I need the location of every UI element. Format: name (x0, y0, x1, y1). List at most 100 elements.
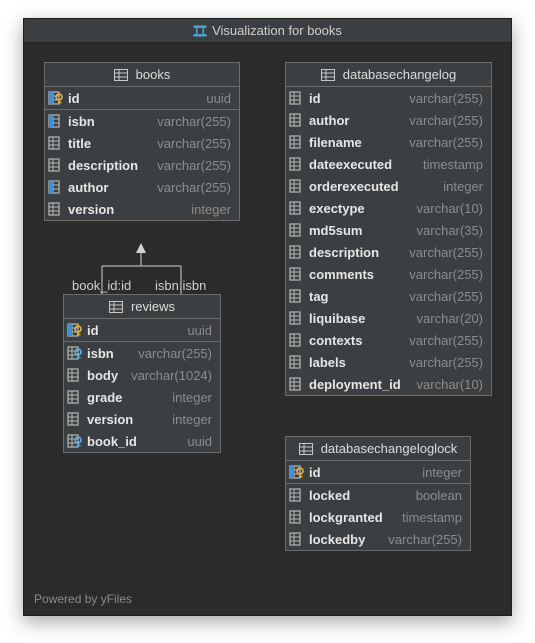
column-type: varchar(255) (157, 179, 231, 195)
table-name: reviews (130, 299, 176, 314)
primary-key-section: id uuid (64, 319, 220, 342)
column-row-comments[interactable]: comments varchar(255) (286, 263, 491, 285)
columns-section: locked boolean lockgranted timestamp lockedb… (286, 484, 470, 550)
column-icon (48, 136, 64, 150)
column-type: varchar(255) (138, 345, 212, 361)
column-row-id[interactable]: id integer (286, 461, 470, 483)
column-row-version[interactable]: version integer (45, 198, 239, 220)
column-name: md5sum (309, 222, 363, 238)
column-type: varchar(255) (157, 113, 231, 129)
column-name: exectype (309, 200, 365, 216)
column-name: author (68, 179, 109, 195)
column-row-title[interactable]: title varchar(255) (45, 132, 239, 154)
column-row-id[interactable]: id uuid (64, 319, 220, 341)
table-reviews[interactable]: reviews id uuid isbn varchar(255) body varchar… (63, 294, 221, 453)
column-name: liquibase (309, 310, 366, 326)
table-name: databasechangeloglock (320, 441, 458, 456)
table-databasechangeloglock[interactable]: databasechangeloglock id integer locked bool… (285, 436, 471, 551)
table-header[interactable]: books (45, 63, 239, 87)
column-row-body[interactable]: body varchar(1024) (64, 364, 220, 386)
column-row-description[interactable]: description varchar(255) (45, 154, 239, 176)
column-name: orderexecuted (309, 178, 399, 194)
relation-label-book-id: book_id:id (72, 278, 132, 293)
column-row-id[interactable]: id varchar(255) (286, 87, 491, 109)
column-type: varchar(10) (416, 376, 483, 392)
column-name: description (68, 157, 139, 173)
key-column-icon (289, 465, 305, 479)
column-icon (289, 223, 305, 237)
column-icon (67, 368, 83, 382)
table-books[interactable]: books id uuid isbn varchar(255) title varchar(… (44, 62, 240, 221)
column-type: varchar(255) (157, 135, 231, 151)
column-icon (289, 157, 305, 171)
column-row-author[interactable]: author varchar(255) (286, 109, 491, 131)
column-type: varchar(10) (416, 200, 483, 216)
column-type: varchar(255) (409, 244, 483, 260)
column-row-lockgranted[interactable]: lockgranted timestamp (286, 506, 470, 528)
column-row-tag[interactable]: tag varchar(255) (286, 285, 491, 307)
column-name: contexts (309, 332, 363, 348)
column-icon (48, 202, 64, 216)
table-header[interactable]: databasechangelog (286, 63, 491, 87)
column-row-grade[interactable]: grade integer (64, 386, 220, 408)
column-name: isbn (68, 113, 95, 129)
column-row-locked[interactable]: locked boolean (286, 484, 470, 506)
column-type: integer (422, 464, 462, 480)
column-icon (289, 201, 305, 215)
column-type: varchar(255) (409, 90, 483, 106)
column-row-md5sum[interactable]: md5sum varchar(35) (286, 219, 491, 241)
column-row-dateexecuted[interactable]: dateexecuted timestamp (286, 153, 491, 175)
column-type: varchar(20) (416, 310, 483, 326)
column-type: varchar(255) (157, 157, 231, 173)
column-type: varchar(255) (409, 288, 483, 304)
column-row-contexts[interactable]: contexts varchar(255) (286, 329, 491, 351)
column-name: lockedby (309, 531, 366, 547)
column-row-lockedby[interactable]: lockedby varchar(255) (286, 528, 470, 550)
column-name: dateexecuted (309, 156, 393, 172)
column-type: uuid (206, 90, 231, 106)
column-row-id[interactable]: id uuid (45, 87, 239, 109)
column-icon (67, 390, 83, 404)
column-row-filename[interactable]: filename varchar(255) (286, 131, 491, 153)
primary-key-section: id uuid (45, 87, 239, 110)
column-row-version[interactable]: version integer (64, 408, 220, 430)
column-type: varchar(255) (409, 332, 483, 348)
column-icon (289, 113, 305, 127)
column-row-description[interactable]: description varchar(255) (286, 241, 491, 263)
column-type: varchar(255) (388, 531, 462, 547)
column-type: varchar(255) (409, 266, 483, 282)
column-name: version (87, 411, 134, 427)
foreign-key-column-icon (67, 346, 83, 360)
column-row-labels[interactable]: labels varchar(255) (286, 351, 491, 373)
table-icon (113, 68, 128, 81)
column-row-author[interactable]: author varchar(255) (45, 176, 239, 198)
diagram-window: Visualization for books book_id:id isbn:… (23, 18, 512, 616)
column-type: varchar(255) (409, 112, 483, 128)
column-row-isbn[interactable]: isbn varchar(255) (64, 342, 220, 364)
table-header[interactable]: databasechangeloglock (286, 437, 470, 461)
foreign-key-column-icon (67, 434, 83, 448)
diagram-canvas[interactable]: book_id:id isbn:isbn books id uuid isbn varc… (24, 43, 511, 616)
column-type: integer (172, 389, 212, 405)
column-row-orderexecuted[interactable]: orderexecuted integer (286, 175, 491, 197)
column-icon (289, 91, 305, 105)
index-column-icon (48, 180, 64, 194)
column-row-liquibase[interactable]: liquibase varchar(20) (286, 307, 491, 329)
column-name: id (68, 90, 80, 106)
table-databasechangelog[interactable]: databasechangelog id varchar(255) author var… (285, 62, 492, 396)
column-row-isbn[interactable]: isbn varchar(255) (45, 110, 239, 132)
table-header[interactable]: reviews (64, 295, 220, 319)
column-row-exectype[interactable]: exectype varchar(10) (286, 197, 491, 219)
column-name: labels (309, 354, 346, 370)
column-icon (289, 135, 305, 149)
table-icon (298, 442, 313, 455)
key-column-icon (67, 323, 83, 337)
column-row-deployment-id[interactable]: deployment_id varchar(10) (286, 373, 491, 395)
column-row-book-id[interactable]: book_id uuid (64, 430, 220, 452)
column-icon (289, 488, 305, 502)
primary-key-section: id integer (286, 461, 470, 484)
column-type: boolean (415, 487, 462, 503)
column-type: varchar(255) (409, 134, 483, 150)
column-name: comments (309, 266, 375, 282)
column-type: uuid (187, 433, 212, 449)
